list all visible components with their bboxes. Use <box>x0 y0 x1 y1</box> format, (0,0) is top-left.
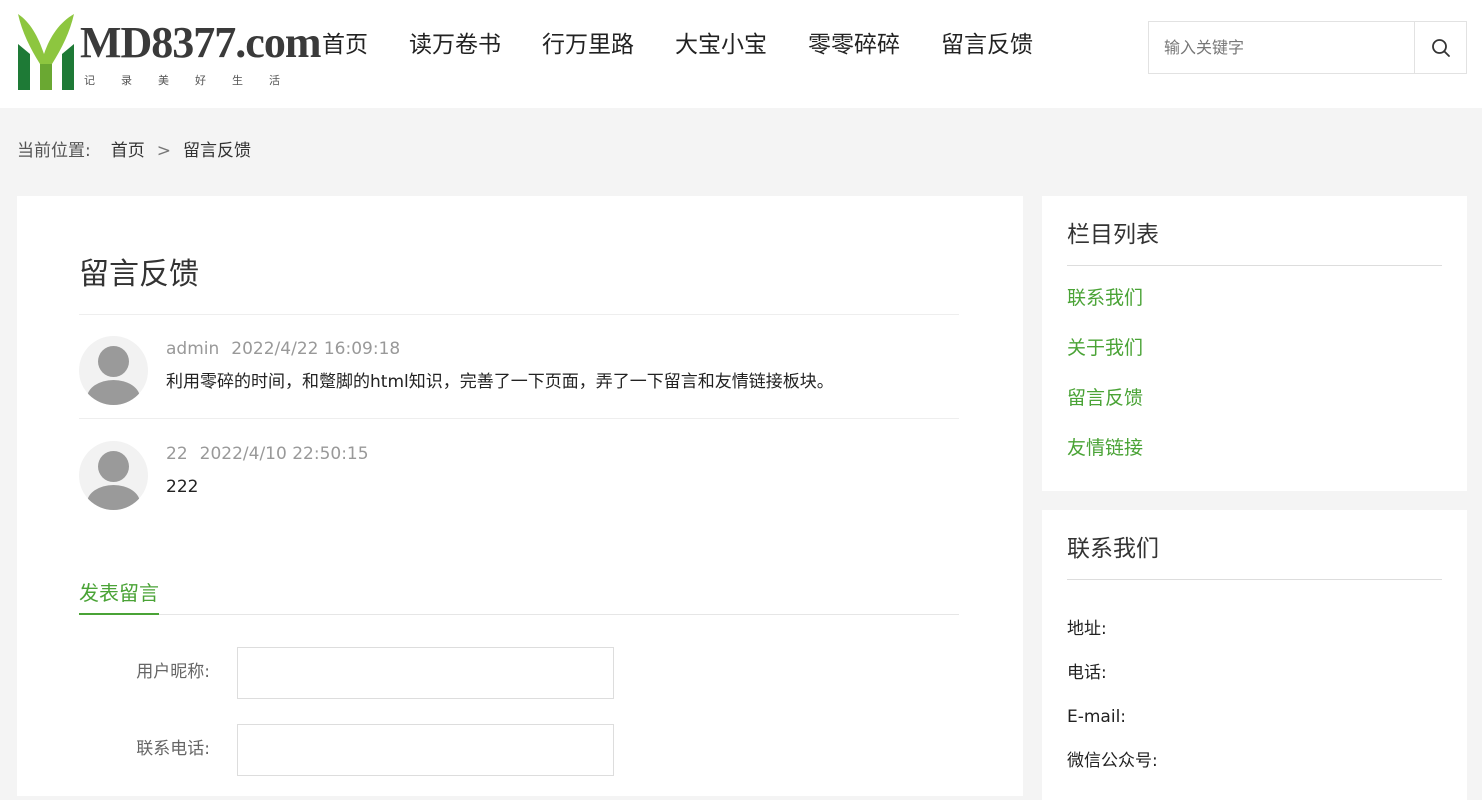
breadcrumb-separator: > <box>156 141 171 161</box>
search-box <box>1148 21 1467 74</box>
comment-author: admin <box>166 339 220 359</box>
site-header: MD8377.com 记录美好生活 首页 读万卷书 行万里路 大宝小宝 零零碎碎… <box>0 0 1482 108</box>
comment-time: 2022/4/10 22:50:15 <box>199 444 369 464</box>
sidebar-contact: 联系我们 地址: 电话: E-mail: 微信公众号: <box>1042 510 1467 800</box>
tab-divider <box>79 614 959 615</box>
breadcrumb: 当前位置: 首页 > 留言反馈 <box>17 138 251 164</box>
sidebar-categories: 栏目列表 联系我们 关于我们 留言反馈 友情链接 <box>1042 196 1467 491</box>
page-title: 留言反馈 <box>79 257 199 292</box>
comment-item: admin 2022/4/22 16:09:18 利用零碎的时间，和蹩脚的html… <box>79 315 959 419</box>
logo-text: MD8377.com <box>80 18 321 67</box>
sidebar-item-links[interactable]: 友情链接 <box>1067 435 1143 461</box>
form-row-phone: 联系电话: <box>79 724 639 776</box>
main-nav: 首页 读万卷书 行万里路 大宝小宝 零零碎碎 留言反馈 <box>322 28 1074 62</box>
comment-item: 22 2022/4/10 22:50:15 222 <box>79 420 959 524</box>
logo-m-icon <box>18 14 74 90</box>
breadcrumb-current[interactable]: 留言反馈 <box>183 138 251 164</box>
sidebar-item-feedback[interactable]: 留言反馈 <box>1067 385 1143 411</box>
nav-item-books[interactable]: 读万卷书 <box>409 28 501 62</box>
avatar-head <box>98 451 129 482</box>
contact-wechat: 微信公众号: <box>1067 751 1158 771</box>
nav-item-home[interactable]: 首页 <box>322 28 368 62</box>
nav-item-travel[interactable]: 行万里路 <box>542 28 634 62</box>
breadcrumb-home[interactable]: 首页 <box>111 138 145 164</box>
search-icon <box>1431 38 1450 57</box>
contact-address: 地址: <box>1067 619 1107 639</box>
form-row-nickname: 用户昵称: <box>79 647 639 699</box>
avatar-body <box>87 485 140 510</box>
comment-time: 2022/4/22 16:09:18 <box>231 339 401 359</box>
site-logo[interactable]: MD8377.com 记录美好生活 <box>16 14 321 92</box>
comment-text: 利用零碎的时间，和蹩脚的html知识，完善了一下页面，弄了一下留言和友情链接板块… <box>166 372 834 392</box>
sidebar-categories-title: 栏目列表 <box>1067 222 1159 248</box>
avatar-body <box>87 380 140 405</box>
search-input[interactable] <box>1149 22 1414 73</box>
search-button[interactable] <box>1414 22 1466 73</box>
comment-text: 222 <box>166 477 199 497</box>
sidebar-item-contact[interactable]: 联系我们 <box>1067 285 1143 311</box>
comment-author: 22 <box>166 444 188 464</box>
divider <box>1067 579 1442 580</box>
breadcrumb-label: 当前位置: <box>17 141 91 161</box>
logo-subtitle: 记录美好生活 <box>84 74 306 87</box>
tab-post-comment[interactable]: 发表留言 <box>79 578 159 615</box>
nav-item-kids[interactable]: 大宝小宝 <box>675 28 767 62</box>
phone-field[interactable] <box>237 724 614 776</box>
nickname-label: 用户昵称: <box>136 662 210 682</box>
sidebar-contact-title: 联系我们 <box>1067 536 1159 562</box>
nav-item-feedback[interactable]: 留言反馈 <box>941 28 1033 62</box>
nav-item-misc[interactable]: 零零碎碎 <box>808 28 900 62</box>
main-content: 留言反馈 admin 2022/4/22 16:09:18 利用零碎的时间，和蹩脚… <box>17 196 1023 796</box>
contact-phone: 电话: <box>1067 663 1107 683</box>
sidebar-item-about[interactable]: 关于我们 <box>1067 335 1143 361</box>
comment-meta: 22 2022/4/10 22:50:15 <box>166 443 369 465</box>
avatar-head <box>98 346 129 377</box>
comment-meta: admin 2022/4/22 16:09:18 <box>166 338 400 360</box>
nickname-field[interactable] <box>237 647 614 699</box>
phone-label: 联系电话: <box>136 739 210 759</box>
divider <box>1067 265 1442 266</box>
avatar <box>79 441 148 510</box>
avatar <box>79 336 148 405</box>
contact-email: E-mail: <box>1067 707 1127 727</box>
